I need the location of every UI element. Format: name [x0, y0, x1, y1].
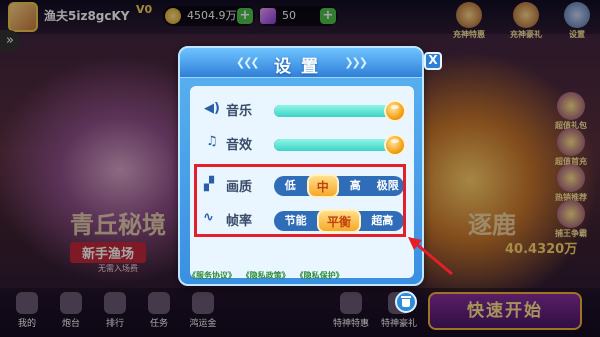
sfx-slider-track[interactable] — [274, 139, 402, 151]
link-privacy-policy[interactable]: 《隐私政策》 — [242, 271, 290, 280]
sfx-slider-knob[interactable] — [384, 134, 406, 156]
sfx-label: 音效 — [226, 138, 253, 153]
settings-title: 设置 — [274, 57, 328, 77]
speaker-icon: ◀) — [204, 101, 220, 116]
music-label: 音乐 — [226, 104, 253, 119]
music-slider-track[interactable] — [274, 105, 402, 117]
link-service-agreement[interactable]: 《服务协议》 — [188, 271, 236, 280]
legal-links: 《服务协议》 《隐私政策》 《隐私保护》 — [188, 270, 347, 281]
music-note-icon: ♫ — [206, 134, 218, 149]
highlight-box — [194, 164, 406, 237]
clear-cache-button[interactable] — [395, 291, 417, 313]
music-slider-knob[interactable] — [384, 100, 406, 122]
close-button[interactable]: X — [424, 52, 442, 70]
settings-dialog-header: ❮❮❮ 设置 ❯❯❯ — [180, 48, 422, 78]
music-slider-fill — [274, 105, 402, 117]
pointer-arrow-icon — [408, 237, 453, 276]
header-decoration-right-icon: ❯❯❯ — [344, 56, 368, 69]
sfx-slider-fill — [274, 139, 402, 151]
link-privacy-protection[interactable]: 《隐私保护》 — [296, 271, 344, 280]
